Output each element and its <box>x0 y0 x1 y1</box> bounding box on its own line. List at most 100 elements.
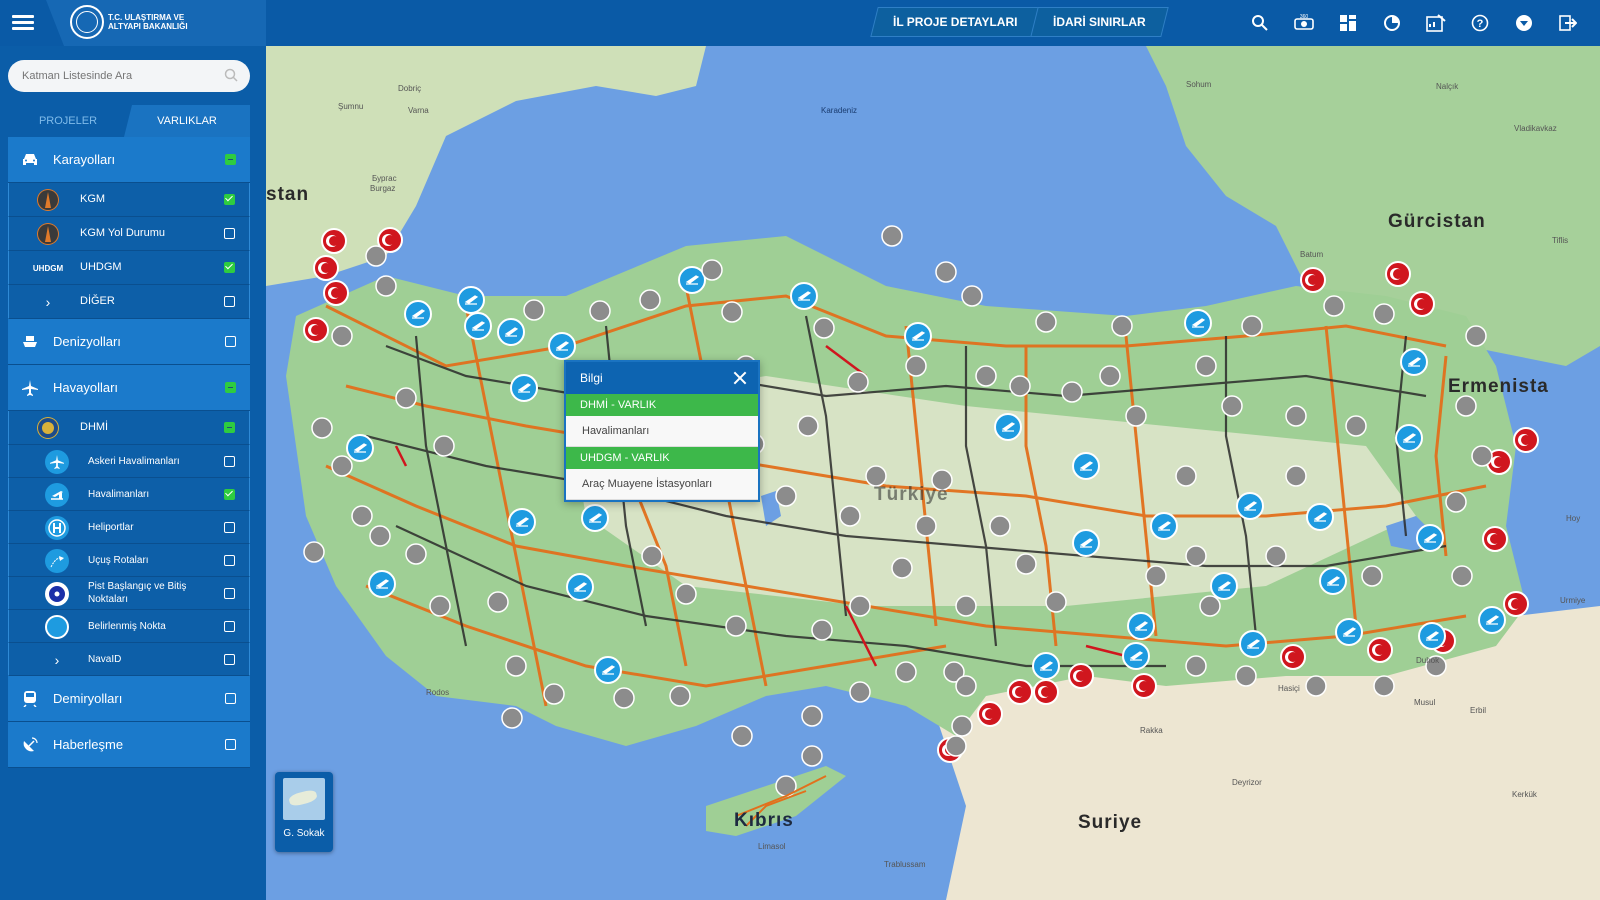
city-label-urmiye: Urmiye <box>1560 596 1586 605</box>
popup-item-arac-muayene[interactable]: Araç Muayene İstasyonları <box>566 469 758 500</box>
city-label-tiflis: Tiflis <box>1552 236 1569 245</box>
layer-label: KGM Yol Durumu <box>80 227 165 239</box>
layer-search-input[interactable] <box>8 60 208 92</box>
layer-belirlenmis-nokta[interactable]: Belirlenmiş Nokta <box>8 610 250 643</box>
svg-text:?: ? <box>1477 18 1484 30</box>
category-checkbox[interactable] <box>225 739 236 750</box>
category-label: Denizyolları <box>53 334 121 349</box>
category-label: Demiryolları <box>53 691 123 706</box>
city-label-vladikavkaz: Vladikavkaz <box>1514 124 1557 133</box>
chevron-right-icon[interactable]: › <box>45 648 69 672</box>
city-label-dobric: Dobriç <box>398 84 422 93</box>
ministry-seal-icon <box>70 5 104 39</box>
layer-checkbox[interactable] <box>224 588 235 599</box>
layer-diger[interactable]: › DİĞER <box>8 285 250 319</box>
category-demiryollari[interactable]: Demiryolları <box>8 676 250 722</box>
layer-label: KGM <box>80 193 106 205</box>
tab-idari-sinirlar[interactable]: İDARİ SINIRLAR <box>1030 7 1169 37</box>
layer-ucus-rotalari[interactable]: Uçuş Rotaları <box>8 544 250 577</box>
city-label-musul: Musul <box>1414 698 1436 707</box>
top-bar: T.C. ULAŞTIRMA VE ALTYAPI BAKANLIĞI İL P… <box>0 0 1600 46</box>
layer-kgm[interactable]: KGM <box>8 183 250 217</box>
category-checkbox[interactable] <box>225 336 236 347</box>
dashboard-grid-icon[interactable] <box>1326 0 1370 46</box>
help-icon[interactable]: ? <box>1458 0 1502 46</box>
map-label-black-sea: Karadeniz <box>821 106 858 115</box>
layer-checkbox[interactable] <box>224 228 235 239</box>
layer-navaid[interactable]: › NavaID <box>8 643 250 676</box>
kgm-logo-icon <box>37 189 59 211</box>
ministry-logo-text: T.C. ULAŞTIRMA VE ALTYAPI BAKANLIĞI <box>108 13 188 31</box>
city-label-nalcik: Nalçık <box>1436 82 1459 91</box>
layer-checkbox[interactable] <box>224 489 235 500</box>
category-label: Haberleşme <box>53 737 124 752</box>
flight-route-icon <box>45 549 69 573</box>
category-checkbox[interactable] <box>225 382 236 393</box>
close-icon[interactable] <box>732 370 748 386</box>
layer-checkbox[interactable] <box>224 262 235 273</box>
layer-label: Belirlenmiş Nokta <box>88 621 166 632</box>
city-label-hoy: Hoy <box>1566 514 1581 523</box>
hamburger-menu-icon[interactable] <box>12 12 34 34</box>
layer-label: Uçuş Rotaları <box>88 555 149 566</box>
search-icon[interactable] <box>1238 0 1282 46</box>
city-label-trablussam: Trablussam <box>884 860 926 869</box>
chevron-right-icon[interactable]: › <box>37 291 59 313</box>
layer-kgm-yol-durumu[interactable]: KGM Yol Durumu <box>8 217 250 251</box>
layer-label: Askeri Havalimanları <box>88 456 180 467</box>
city-label-batum: Batum <box>1300 250 1324 259</box>
tab-projeler[interactable]: PROJELER <box>8 105 128 137</box>
search-icon[interactable] <box>224 68 238 82</box>
layer-checkbox[interactable] <box>224 555 235 566</box>
ship-icon <box>20 332 40 352</box>
city-label-burgaz: Burgaz <box>370 184 396 193</box>
popup-group-dhmi: DHMİ - VARLIK <box>566 394 758 416</box>
uhdgm-logo-icon: UHDGM <box>32 263 64 273</box>
category-checkbox[interactable] <box>225 693 236 704</box>
category-label: Karayolları <box>53 152 116 167</box>
dropdown-icon[interactable] <box>1502 0 1546 46</box>
car-icon <box>20 150 40 170</box>
logout-icon[interactable] <box>1546 0 1590 46</box>
map-label-cyprus: Kıbrıs <box>734 810 794 831</box>
layer-checkbox[interactable] <box>224 194 235 205</box>
layer-heliportlar[interactable]: Heliportlar <box>8 511 250 544</box>
layer-checkbox[interactable] <box>224 296 235 307</box>
city-label-rodos: Rodos <box>426 688 450 697</box>
city-label-deyrizor: Deyrizor <box>1232 778 1262 787</box>
svg-text:360: 360 <box>1300 14 1309 20</box>
pie-chart-icon[interactable] <box>1370 0 1414 46</box>
dhmi-logo-icon <box>37 417 59 439</box>
layer-pist-noktalari[interactable]: Pist Başlangıç ve Bitiş Noktaları <box>8 577 250 610</box>
layer-checkbox[interactable] <box>224 422 235 433</box>
layer-label: DHMİ <box>80 421 109 433</box>
basemap-label: G. Sokak <box>283 828 325 839</box>
tab-varliklar[interactable]: VARLIKLAR <box>124 105 250 137</box>
basemap-switcher[interactable]: G. Sokak <box>275 772 333 852</box>
city-label-duhok: Duhok <box>1416 656 1440 665</box>
city-label-varna: Varna <box>408 106 429 115</box>
layer-checkbox[interactable] <box>224 621 235 632</box>
category-haberlesme[interactable]: Haberleşme <box>8 722 250 768</box>
map-label-turkey: Türkiye <box>874 484 949 505</box>
tab-il-proje-detaylari[interactable]: İL PROJE DETAYLARI <box>870 7 1041 37</box>
category-havayollari[interactable]: Havayolları <box>8 365 250 411</box>
train-icon <box>20 689 40 709</box>
layer-checkbox[interactable] <box>224 654 235 665</box>
layer-dhmi[interactable]: DHMİ <box>8 411 250 445</box>
layer-uhdgm[interactable]: UHDGM UHDGM <box>8 251 250 285</box>
heliport-icon <box>45 516 69 540</box>
map-canvas[interactable]: stan Gürcistan Ermenista Suriye Kıbrıs T… <box>266 46 1600 900</box>
popup-item-havalimanlari[interactable]: Havalimanları <box>566 416 758 447</box>
layer-havalimanlari[interactable]: Havalimanları <box>8 478 250 511</box>
layer-checkbox[interactable] <box>224 522 235 533</box>
report-edit-icon[interactable] <box>1414 0 1458 46</box>
category-denizyollari[interactable]: Denizyolları <box>8 319 250 365</box>
360-panorama-icon[interactable]: 360 <box>1282 0 1326 46</box>
layer-checkbox[interactable] <box>224 456 235 467</box>
city-label-hasici: Hasiçi <box>1278 684 1300 693</box>
layer-askeri-havalimanlari[interactable]: Askeri Havalimanları <box>8 445 250 478</box>
category-checkbox[interactable] <box>225 154 236 165</box>
category-karayollari[interactable]: Karayolları <box>8 137 250 183</box>
airport-icon <box>45 483 69 507</box>
